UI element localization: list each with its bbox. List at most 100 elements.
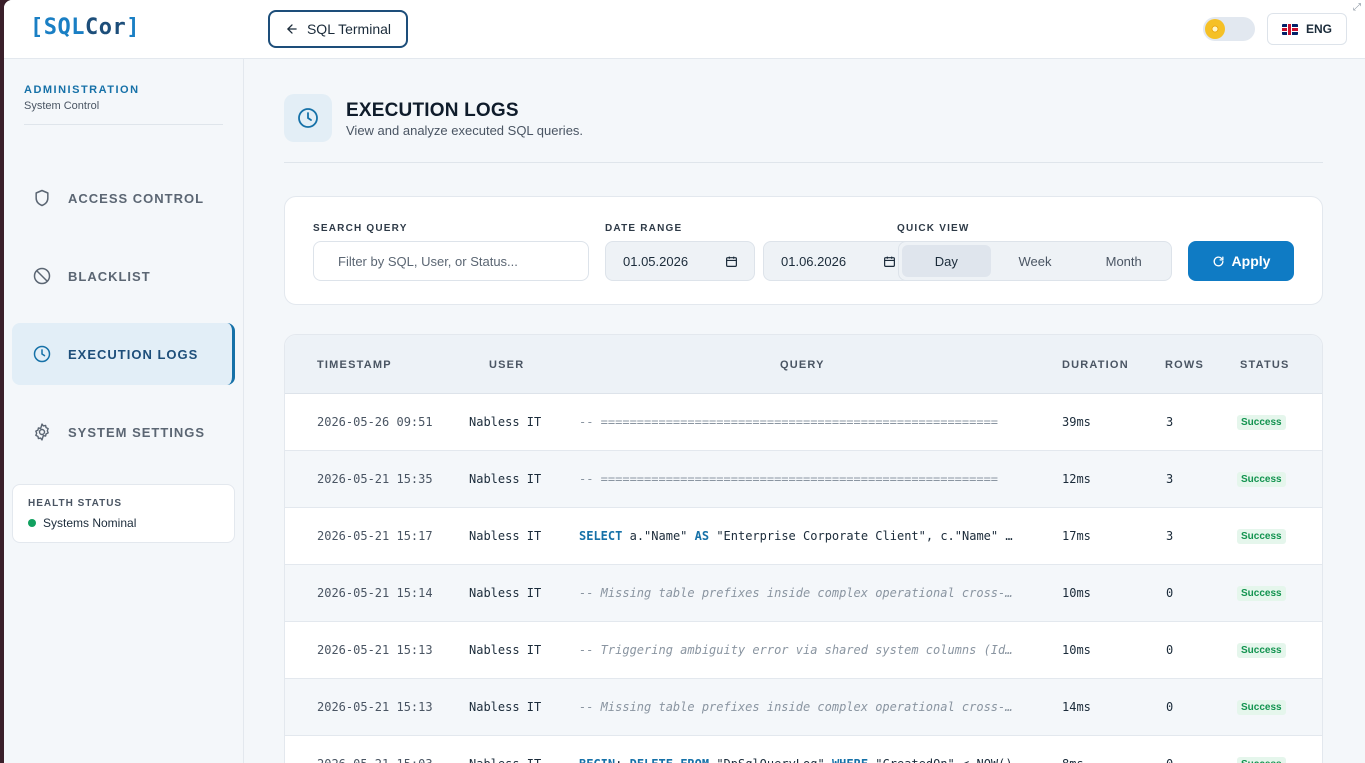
quick-view-day[interactable]: Day [902,245,991,277]
row-count: 0 [1166,757,1173,763]
row-count: 3 [1166,472,1174,486]
table-row[interactable]: 2026-05-21 15:14 Nabless IT -- Missing tab… [285,565,1322,622]
row-count: 3 [1166,529,1174,543]
row-duration: 12ms [1062,472,1091,486]
back-button-label: SQL Terminal [306,21,392,37]
row-query[interactable]: -- Missing table prefixes inside complex… [579,700,1015,714]
sidebar-item-system-settings[interactable]: SYSTEM SETTINGS [12,401,235,463]
row-query[interactable]: -- =====================================… [579,415,1015,429]
column-status[interactable]: STATUS [1240,359,1290,371]
column-query[interactable]: QUERY [780,359,825,371]
sidebar-item-access-control[interactable]: ACCESS CONTROL [12,167,235,229]
row-user: Nabless IT [469,472,542,486]
logs-table: TIMESTAMP USER QUERY DURATION ROWS STATU… [284,334,1323,763]
row-query[interactable]: -- Triggering ambiguity error via shared… [579,643,1015,657]
column-duration[interactable]: DURATION [1062,359,1129,371]
row-count: 0 [1166,700,1174,714]
row-user: Nabless IT [469,529,542,543]
sidebar-divider [24,124,223,125]
date-to-value: 01.06.2026 [781,253,847,269]
calendar-icon[interactable] [883,255,896,268]
logo-cor: Cor [85,15,127,40]
row-count: 0 [1166,586,1174,600]
column-user[interactable]: USER [489,359,524,371]
sidebar-subtitle: System Control [24,100,100,112]
quick-view-label: QUICK VIEW [897,223,970,234]
app-window: [SQLCor] SQL Terminal ENG ADMINISTRATION… [4,0,1365,763]
row-timestamp: 2026-05-21 15:17 [317,529,433,543]
status-badge: Success [1237,643,1286,658]
row-timestamp: 2026-05-21 15:35 [317,472,433,486]
theme-toggle[interactable] [1203,17,1255,41]
row-duration: 14ms [1062,700,1091,714]
row-query[interactable]: -- Missing table prefixes inside complex… [579,586,1015,600]
clock-icon [33,345,51,363]
apply-label: Apply [1231,253,1271,269]
table-header: TIMESTAMP USER QUERY DURATION ROWS STATU… [285,335,1322,394]
status-badge: Success [1237,529,1286,544]
calendar-icon[interactable] [725,255,738,268]
date-to-field[interactable]: 01.06.2026 [763,241,913,281]
top-bar: [SQLCor] SQL Terminal ENG [4,0,1365,59]
page-header-icon [284,94,332,142]
status-badge: Success [1237,472,1286,487]
language-button[interactable]: ENG [1267,13,1347,45]
table-row[interactable]: 2026-05-21 15:13 Nabless IT -- Missing tab… [285,679,1322,736]
row-count: 3 [1166,415,1174,429]
back-to-terminal-button[interactable]: SQL Terminal [268,10,408,48]
page-title: EXECUTION LOGS [346,100,519,121]
date-from-value: 01.05.2026 [623,253,689,269]
logo-bracket-close: ] [126,15,140,40]
sidebar-item-label: ACCESS CONTROL [68,190,205,206]
table-row[interactable]: 2026-05-21 15:17 Nabless IT SELECT a."Name… [285,508,1322,565]
row-duration: 39ms [1062,415,1091,429]
arrow-left-icon [287,24,297,34]
table-row[interactable]: 2026-05-21 15:35 Nabless IT -- ===========… [285,451,1322,508]
status-dot-icon [28,519,36,527]
row-user: Nabless IT [469,700,542,714]
logo-sql: SQL [43,15,85,40]
gear-icon [35,423,49,441]
row-duration: 10ms [1062,586,1091,600]
row-user: Nabless IT [469,643,542,657]
status-badge: Success [1237,415,1286,430]
row-user: Nabless IT [469,415,542,429]
row-timestamp: 2026-05-21 15:13 [317,700,433,714]
uk-flag-icon [1281,23,1298,35]
expand-icon[interactable]: ⤢ [1353,2,1361,13]
status-badge: Success [1237,757,1286,763]
quick-view-segmented: Day Week Month [898,241,1172,281]
row-duration: 8ms [1062,757,1084,763]
row-query[interactable]: -- =====================================… [579,472,1015,486]
row-count: 0 [1166,643,1174,657]
app-logo[interactable]: [SQLCor] [30,15,140,40]
sidebar-item-execution-logs[interactable]: EXECUTION LOGS [12,323,235,385]
status-badge: Success [1237,586,1286,601]
apply-button[interactable]: Apply [1188,241,1294,281]
row-query[interactable]: BEGIN; DELETE FROM "DpSqlQueryLog" WHERE… [579,757,1015,763]
table-row[interactable]: 2026-05-26 09:51 Nabless IT -- ===========… [285,394,1322,451]
table-row[interactable]: 2026-05-21 15:03 Nabless IT BEGIN; DELETE … [285,736,1322,763]
sidebar: ADMINISTRATION System Control ACCESS CON… [4,59,244,763]
date-from-field[interactable]: 01.05.2026 [605,241,755,281]
quick-view-week[interactable]: Week [991,245,1080,277]
search-label: SEARCH QUERY [313,223,408,234]
row-query[interactable]: SELECT a."Name" AS "Enterprise Corporate… [579,529,1015,543]
row-user: Nabless IT [469,757,541,763]
quick-view-month[interactable]: Month [1079,245,1168,277]
logo-bracket-open: [ [30,15,44,40]
column-rows[interactable]: ROWS [1165,359,1204,371]
sidebar-item-blacklist[interactable]: BLACKLIST [12,245,235,307]
clock-icon [298,108,318,128]
health-status-title: HEALTH STATUS [28,498,123,509]
row-user: Nabless IT [469,586,542,600]
column-timestamp[interactable]: TIMESTAMP [317,359,392,371]
status-badge: Success [1237,700,1286,715]
row-timestamp: 2026-05-26 09:51 [317,415,433,429]
search-input[interactable] [313,241,589,281]
language-label: ENG [1305,22,1332,36]
row-timestamp: 2026-05-21 15:14 [317,586,433,600]
table-row[interactable]: 2026-05-21 15:13 Nabless IT -- Triggering … [285,622,1322,679]
date-range-label: DATE RANGE [605,223,683,234]
main-content: EXECUTION LOGS View and analyze executed… [244,59,1365,763]
